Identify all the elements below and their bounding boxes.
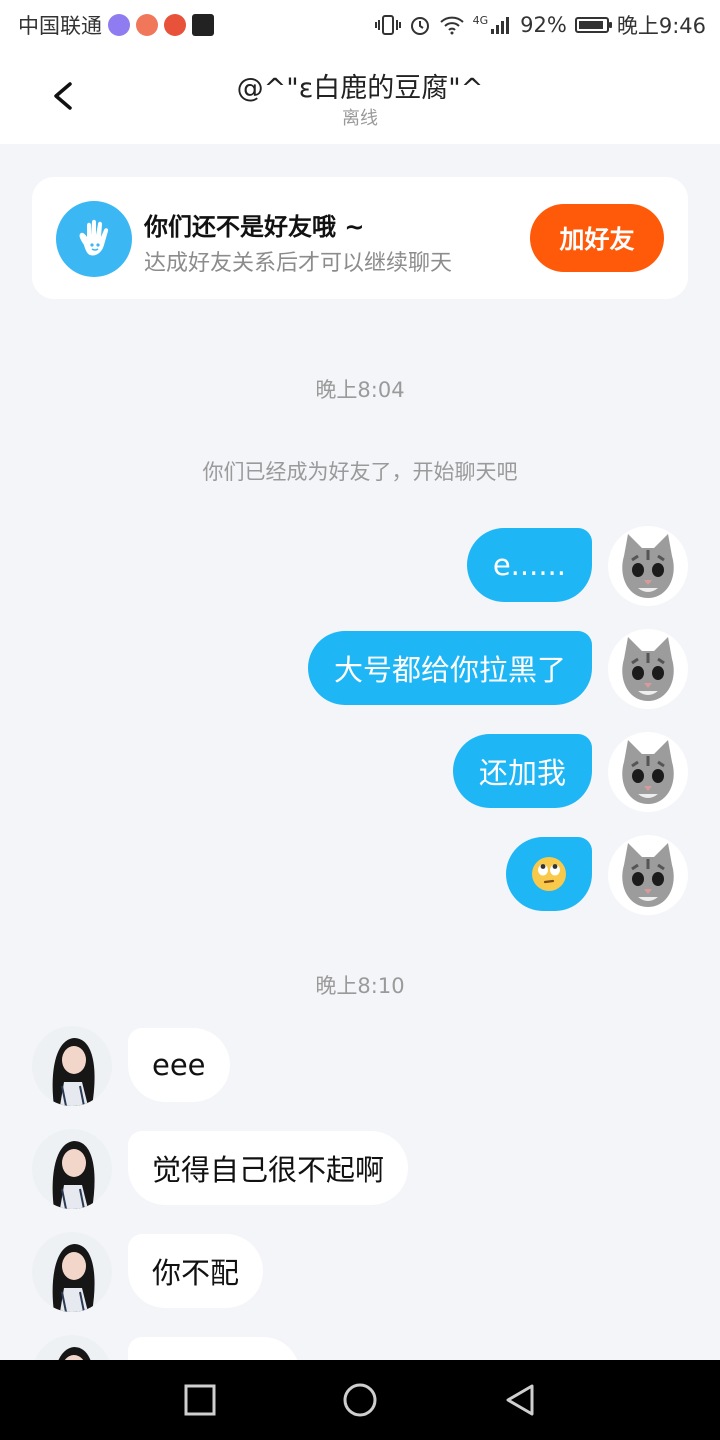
outgoing-message[interactable]: e...... — [466, 528, 592, 602]
clock: 晚上9:46 — [616, 14, 706, 38]
girl-avatar-icon — [32, 1232, 112, 1312]
online-status: 离线 — [342, 108, 378, 129]
app-notification-icon — [136, 14, 158, 36]
girl-avatar-icon — [32, 1129, 112, 1209]
chat-header: @^"ε白鹿的豆腐"^ 离线 — [0, 50, 720, 144]
battery-icon — [574, 17, 612, 33]
circle-home-icon[interactable] — [340, 1380, 380, 1420]
outgoing-emoji-message[interactable] — [506, 837, 592, 911]
incoming-message[interactable]: eee — [128, 1028, 230, 1102]
not-friends-card: 你们还不是好友哦 ~ 达成好友关系后才可以继续聊天 加好友 — [32, 177, 688, 299]
signal-icon — [491, 17, 510, 34]
status-bar: 中国联通 4G 92% 晚上9:46 — [0, 0, 720, 50]
cat-avatar-icon — [622, 637, 674, 701]
alarm-icon — [410, 17, 429, 35]
outgoing-message[interactable]: 大号都给你拉黑了 — [307, 631, 592, 705]
battery-percent: 92% — [520, 13, 567, 37]
system-navigation-bar — [0, 1360, 720, 1440]
system-message: 你们已经成为好友了，开始聊天吧 — [202, 460, 518, 484]
my-avatar[interactable] — [608, 835, 688, 915]
capcut-app-icon — [192, 14, 214, 36]
my-avatar[interactable] — [608, 526, 688, 606]
cat-avatar-icon — [622, 740, 674, 804]
girl-avatar-icon — [32, 1026, 112, 1106]
triangle-back-icon[interactable] — [500, 1380, 540, 1420]
contact-avatar[interactable] — [32, 1129, 112, 1209]
timestamp: 晚上8:04 — [315, 378, 405, 402]
carrier-label: 中国联通 — [18, 14, 102, 38]
cat-avatar-icon — [622, 534, 674, 598]
not-friends-title: 你们还不是好友哦 ~ — [144, 213, 365, 241]
timestamp: 晚上8:10 — [315, 974, 405, 998]
my-avatar[interactable] — [608, 732, 688, 812]
network-type-label: 4G — [472, 13, 489, 27]
outgoing-message[interactable]: 还加我 — [452, 734, 592, 808]
contact-avatar[interactable] — [32, 1026, 112, 1106]
vibrate-icon — [374, 15, 401, 35]
incoming-message[interactable]: 你不配 — [128, 1234, 264, 1308]
eye-roll-emoji-icon — [532, 857, 566, 891]
contact-name: @^"ε白鹿的豆腐"^ — [236, 73, 484, 104]
game-app-icon — [164, 14, 186, 36]
contact-avatar[interactable] — [32, 1232, 112, 1312]
wifi-icon — [439, 16, 464, 35]
square-recent-icon[interactable] — [180, 1380, 220, 1420]
add-friend-button[interactable]: 加好友 — [530, 204, 664, 272]
incoming-message[interactable]: 觉得自己很不起啊 — [128, 1131, 409, 1205]
wave-hand-icon — [56, 201, 132, 277]
music-app-icon — [108, 14, 130, 36]
not-friends-subtitle: 达成好友关系后才可以继续聊天 — [144, 251, 453, 276]
cat-avatar-icon — [622, 843, 674, 907]
my-avatar[interactable] — [608, 629, 688, 709]
